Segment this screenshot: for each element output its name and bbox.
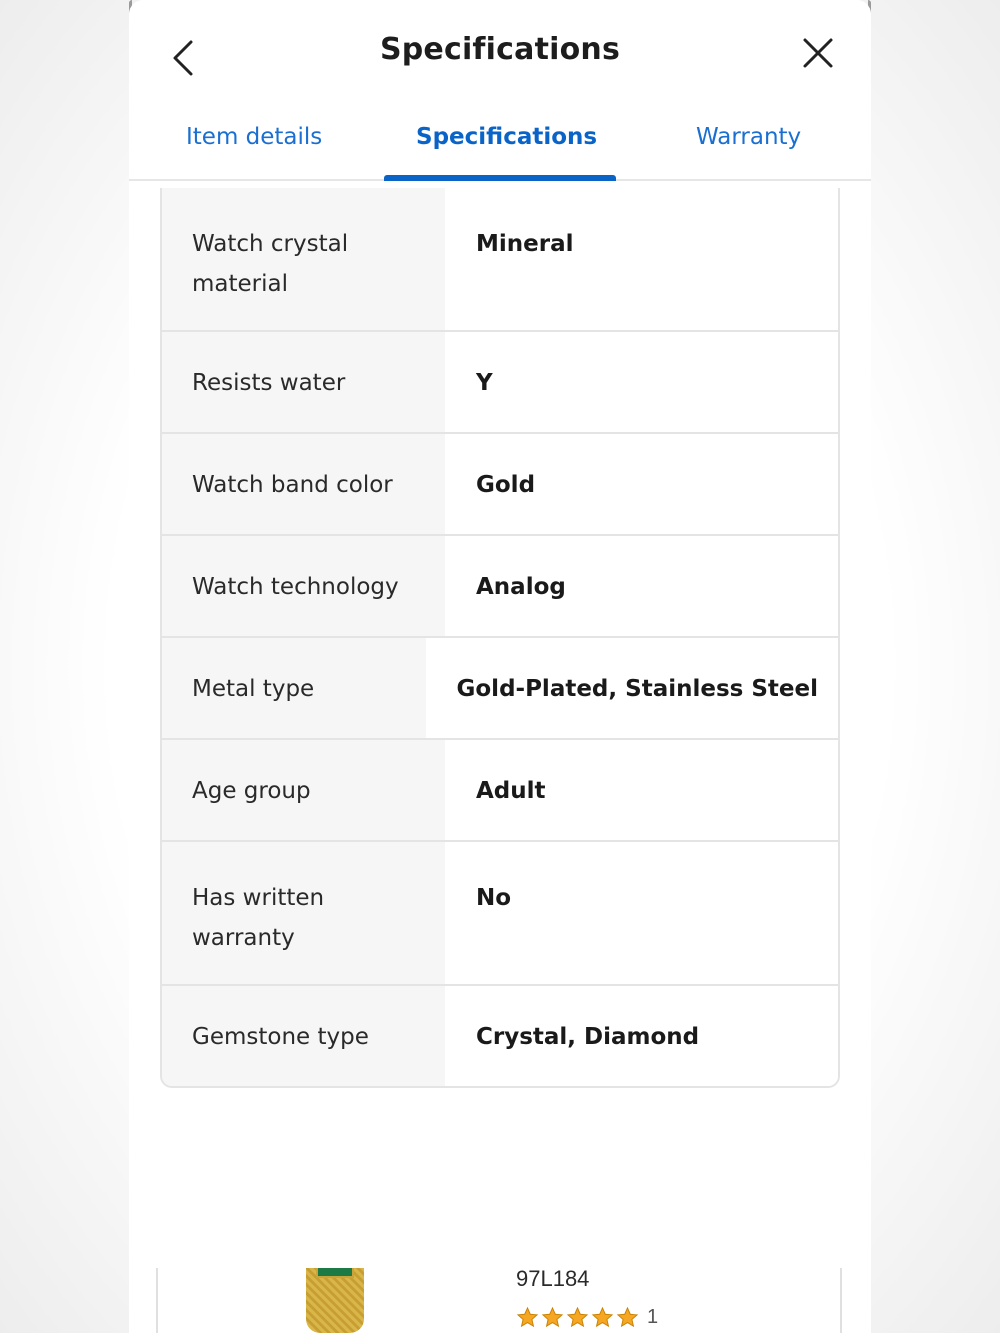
spec-label: Has written warranty xyxy=(162,842,445,984)
rating-count: 1 xyxy=(647,1305,659,1328)
spec-row: Has written warranty No xyxy=(162,842,838,986)
spec-label: Age group xyxy=(162,740,445,840)
tab-warranty[interactable]: Warranty xyxy=(696,124,801,150)
star-icon xyxy=(616,1306,639,1327)
star-icon xyxy=(541,1306,564,1327)
spec-label: Resists water xyxy=(162,332,445,432)
tab-specifications[interactable]: Specifications xyxy=(416,124,597,150)
spec-label: Watch crystal material xyxy=(162,188,445,330)
product-rating[interactable]: 1 xyxy=(516,1304,658,1330)
product-sku[interactable]: 97L184 xyxy=(516,1266,589,1292)
specifications-sheet: Specifications Item details Specificatio… xyxy=(129,0,871,1333)
close-icon xyxy=(803,38,833,68)
product-image[interactable] xyxy=(306,1268,364,1333)
sheet-header: Specifications xyxy=(129,0,871,100)
spec-row: Watch technology Analog xyxy=(162,536,838,638)
star-icon xyxy=(566,1306,589,1327)
spec-value: Analog xyxy=(445,536,838,636)
specifications-table: Watch crystal material Mineral Resists w… xyxy=(160,188,840,1088)
spec-row: Metal type Gold-Plated, Stainless Steel xyxy=(162,638,838,740)
spec-row: Resists water Y xyxy=(162,332,838,434)
spec-value: Adult xyxy=(445,740,838,840)
product-card[interactable]: 97L184 1 xyxy=(156,1266,842,1333)
spec-value: Y xyxy=(445,332,838,432)
spec-label: Metal type xyxy=(162,638,426,738)
spec-label: Gemstone type xyxy=(162,986,445,1086)
active-tab-indicator xyxy=(384,175,616,181)
spec-value: No xyxy=(445,842,838,984)
spec-row: Gemstone type Crystal, Diamond xyxy=(162,986,838,1086)
page-title: Specifications xyxy=(379,32,621,67)
spec-row: Age group Adult xyxy=(162,740,838,842)
spec-value: Crystal, Diamond xyxy=(445,986,838,1086)
star-icon xyxy=(591,1306,614,1327)
spec-row: Watch crystal material Mineral xyxy=(162,188,838,332)
tab-bar: Item details Specifications Warranty xyxy=(129,100,871,181)
spec-label: Watch technology xyxy=(162,536,445,636)
watch-dial xyxy=(316,1268,354,1278)
star-icon xyxy=(516,1306,539,1327)
spec-value: Mineral xyxy=(445,188,838,330)
tab-item-details[interactable]: Item details xyxy=(186,124,322,150)
close-button[interactable] xyxy=(799,34,837,72)
spec-value: Gold-Plated, Stainless Steel xyxy=(425,638,838,738)
spec-value: Gold xyxy=(445,434,838,534)
spec-row: Watch band color Gold xyxy=(162,434,838,536)
spec-label: Watch band color xyxy=(162,434,445,534)
